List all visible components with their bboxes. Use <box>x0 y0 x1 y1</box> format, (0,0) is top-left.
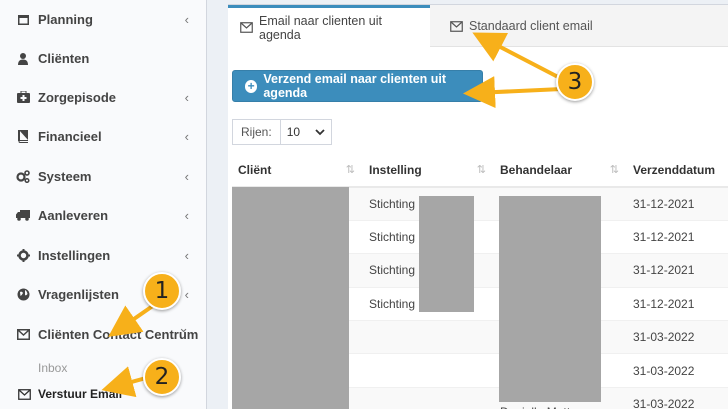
calendar-icon <box>16 12 30 26</box>
tab-standaard-client-email[interactable]: Standaard client email <box>438 5 605 47</box>
sidebar-item-label: Zorgepisode <box>38 89 117 105</box>
sidebar-item-aanleveren[interactable]: Aanleveren ‹ <box>0 196 207 234</box>
table-header-row: Cliënt ⇅ Instelling ⇅ Behandelaar ⇅ Verzend… <box>232 154 728 188</box>
chevron-down-icon <box>315 128 325 135</box>
annotation-badge-3: 3 <box>556 63 594 101</box>
send-email-button[interactable]: + Verzend email naar clienten uit agenda <box>232 70 483 102</box>
sidebar-subitem-label: Verstuur Email <box>38 387 123 401</box>
tab-box: Email naar clienten uit agenda Standaard… <box>228 4 728 409</box>
sidebar-item-label: Instellingen <box>38 247 111 263</box>
redaction-client <box>232 187 349 409</box>
chevron-left-icon: ‹ <box>184 247 189 263</box>
sidebar-item-label: Cliënten <box>38 50 90 66</box>
envelope-icon <box>450 20 463 32</box>
cell-instelling <box>363 386 494 409</box>
sidebar-subitem-label: Inbox <box>38 361 68 375</box>
sidebar-item-systeem[interactable]: Systeem ‹ <box>0 157 207 195</box>
chevron-left-icon: ‹ <box>184 89 189 105</box>
redaction-behandelaar <box>499 196 601 402</box>
column-header-behandelaar[interactable]: Behandelaar ⇅ <box>494 154 627 188</box>
rows-per-page-value: 10 <box>286 125 301 139</box>
cell-verzenddatum: 31-03-2022 <box>627 353 728 388</box>
envelope-icon <box>16 327 30 341</box>
main-content: Email naar clienten uit agenda Standaard… <box>208 0 728 409</box>
sidebar-item-clienten[interactable]: Cliënten <box>0 39 207 77</box>
sidebar-item-label: Vragenlijsten <box>38 286 119 302</box>
plus-circle-icon: + <box>245 79 258 93</box>
sidebar: Planning ‹ Cliënten Zorgepisode ‹ Financ… <box>0 0 207 409</box>
cell-instelling <box>363 320 494 354</box>
column-header-verzenddatum[interactable]: Verzenddatum <box>627 154 728 188</box>
send-email-button-label: Verzend email naar clienten uit agenda <box>263 72 447 100</box>
rows-per-page-select[interactable]: 10 <box>279 119 332 145</box>
chevron-left-icon: ‹ <box>184 286 189 302</box>
chevron-left-icon: ‹ <box>184 128 189 144</box>
chevron-left-icon: ‹ <box>184 168 189 184</box>
chevron-down-icon: ⌄ <box>178 320 189 335</box>
sidebar-item-instellingen[interactable]: Instellingen ‹ <box>0 236 207 274</box>
tab-email-naar-clienten[interactable]: Email naar clienten uit agenda <box>228 5 430 47</box>
sort-icon: ⇅ <box>476 164 486 176</box>
medkit-icon <box>16 90 30 104</box>
envelope-icon <box>240 22 253 33</box>
sidebar-item-label: Aanleveren <box>38 207 109 223</box>
column-header-client[interactable]: Cliënt ⇅ <box>232 154 363 188</box>
cell-verzenddatum: 31-03-2022 <box>627 386 728 409</box>
sidebar-item-zorgepisode[interactable]: Zorgepisode ‹ <box>0 78 207 116</box>
sidebar-item-label: Systeem <box>38 168 92 184</box>
annotation-badge-1: 1 <box>143 272 181 310</box>
column-header-instelling[interactable]: Instelling ⇅ <box>363 154 494 188</box>
cell-verzenddatum: 31-03-2022 <box>627 320 728 354</box>
user-icon <box>16 51 30 65</box>
sort-icon: ⇅ <box>609 164 619 176</box>
rows-label: Rijen: <box>232 119 280 145</box>
cell-verzenddatum: 31-12-2021 <box>627 219 728 254</box>
sidebar-item-label: Financieel <box>38 128 102 144</box>
sidebar-item-financieel[interactable]: Financieel ‹ <box>0 117 207 155</box>
sidebar-item-label: Planning <box>38 11 93 27</box>
tab-label: Standaard client email <box>469 19 593 33</box>
tab-label: Email naar clienten uit agenda <box>259 13 382 42</box>
tab-bar: Email naar clienten uit agenda Standaard… <box>228 5 728 47</box>
chevron-left-icon: ‹ <box>184 207 189 223</box>
book-icon <box>16 129 30 143</box>
cell-verzenddatum: 31-12-2021 <box>627 253 728 288</box>
sidebar-item-clienten-contact-centrum[interactable]: Cliënten Contact Centrum ⌄ <box>0 315 207 353</box>
gears-icon <box>16 169 30 183</box>
truck-icon <box>16 208 30 222</box>
globe-icon <box>16 287 30 301</box>
cell-verzenddatum: 31-12-2021 <box>627 186 728 221</box>
annotation-badge-2: 2 <box>143 358 181 396</box>
envelope-icon <box>18 388 32 400</box>
rows-per-page-control: Rijen: 10 <box>232 119 332 145</box>
sidebar-item-label: Cliënten Contact Centrum <box>38 326 199 342</box>
sidebar-item-planning[interactable]: Planning ‹ <box>0 0 207 38</box>
sort-icon: ⇅ <box>345 164 355 176</box>
cell-instelling <box>363 353 494 388</box>
redaction-instelling <box>419 196 474 312</box>
gear-icon <box>16 248 30 262</box>
cell-verzenddatum: 31-12-2021 <box>627 286 728 321</box>
chevron-left-icon: ‹ <box>184 11 189 27</box>
